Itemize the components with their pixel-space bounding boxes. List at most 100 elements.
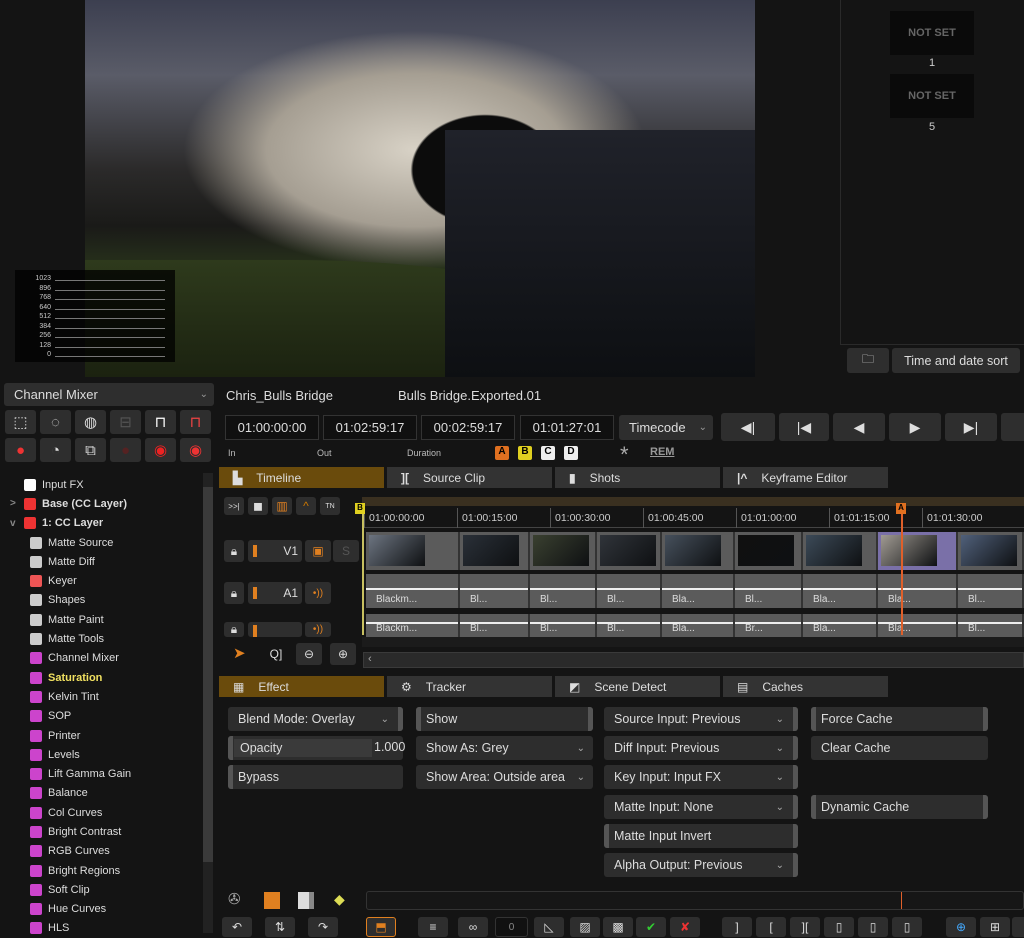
opacity-slider[interactable]: Opacity 1.000 (228, 736, 405, 760)
key-input-select[interactable]: Key Input: Input FX ⌄ (604, 765, 798, 789)
mini-timeline[interactable] (366, 891, 1024, 910)
audio-clip[interactable]: Bl... (735, 574, 803, 608)
marker-c-button[interactable]: C (541, 446, 555, 460)
video-clip[interactable] (662, 532, 735, 570)
trim-in-icon[interactable]: [ (756, 917, 786, 937)
audio-clip[interactable]: Bl... (530, 574, 597, 608)
audio-clip[interactable]: Blackm... (366, 574, 460, 608)
skip-icon[interactable]: >>| (224, 497, 244, 515)
timeline-scrollbar[interactable]: ‹ (363, 652, 1024, 668)
tree-item[interactable]: Matte Source (0, 533, 202, 552)
tab-source-clip[interactable]: ][Source Clip (387, 467, 552, 488)
go-to-start-button[interactable]: |◀ (779, 413, 829, 441)
split-view-icon[interactable] (298, 892, 314, 909)
link-icon[interactable]: ∞ (458, 917, 488, 937)
tree-item[interactable]: Hue Curves (0, 900, 202, 919)
bin-slot-5[interactable]: NOT SET (890, 74, 974, 118)
tab-effect[interactable]: ▦ Effect (219, 676, 384, 697)
undo-icon[interactable]: ↶ (222, 917, 252, 937)
grade-edit-icon[interactable]: ▨ (570, 917, 600, 937)
tree-item[interactable]: Saturation (0, 668, 202, 687)
duration-timecode[interactable]: 00:02:59:17 (421, 415, 515, 440)
record-key-red-icon[interactable]: ◉ (180, 438, 211, 462)
join-icon[interactable]: ⊞ (980, 917, 1010, 937)
expander-icon[interactable]: v (10, 518, 24, 529)
video-monitor-icon[interactable]: ▣ (305, 540, 331, 562)
marker-a-flag[interactable]: A (896, 503, 906, 514)
audio-clip[interactable]: Bl... (460, 614, 530, 637)
tree-item[interactable]: Printer (0, 726, 202, 745)
audio-clip[interactable]: Bl... (597, 614, 662, 637)
slip-icon[interactable]: ▯ (824, 917, 854, 937)
audio-clip[interactable]: Bla... (803, 614, 878, 637)
tree-item[interactable]: v 1: CC Layer (0, 514, 202, 533)
video-clip[interactable] (878, 532, 958, 570)
solo-button[interactable]: S (333, 540, 359, 562)
play-button[interactable]: ▶ (889, 413, 941, 441)
marker-b-flag[interactable]: B (355, 503, 365, 514)
v1-track-header[interactable]: V1 (248, 540, 302, 562)
sort-button[interactable]: Time and date sort (892, 348, 1020, 373)
audio-clip[interactable]: Bl... (460, 574, 530, 608)
queue-icon[interactable]: ≡ (418, 917, 448, 937)
show-toggle[interactable]: Show (416, 707, 593, 731)
a1-track-header[interactable]: A1 (248, 582, 302, 604)
split-icon[interactable]: ⊕ (946, 917, 976, 937)
grade-copy-icon[interactable]: ▩ (603, 917, 633, 937)
effect-select[interactable]: Channel Mixer ⌄ (4, 383, 214, 406)
audio-clip[interactable]: Bl... (958, 574, 1024, 608)
go-to-end-button[interactable]: ▶| (945, 413, 997, 441)
folder-button[interactable]: 🗀 (847, 348, 889, 373)
more-icon[interactable] (1012, 917, 1024, 937)
matte-icon[interactable]: ◼ (248, 497, 268, 515)
prev-mark-button[interactable]: ◀| (721, 413, 775, 441)
star-icon[interactable]: * (620, 442, 629, 468)
layer-icon[interactable] (264, 892, 280, 909)
video-clip[interactable] (460, 532, 530, 570)
redo-icon[interactable]: ↷ (308, 917, 338, 937)
blend-mode-select[interactable]: Blend Mode: Overlay ⌄ (228, 707, 403, 731)
shape-icon[interactable]: ◔ (40, 438, 71, 462)
speaker-icon[interactable]: •)) (305, 622, 331, 637)
diff-input-select[interactable]: Diff Input: Previous ⌄ (604, 736, 798, 760)
audio-clip[interactable]: Bla... (662, 574, 735, 608)
speaker-icon[interactable]: •)) (305, 582, 331, 604)
tab-tracker[interactable]: ⚙ Tracker (387, 676, 552, 697)
show-as-select[interactable]: Show As: Grey ⌄ (416, 736, 593, 760)
color-layer-icon[interactable]: ● (5, 438, 36, 462)
tree-item[interactable]: Keyer (0, 571, 202, 590)
tree-item[interactable]: Channel Mixer (0, 649, 202, 668)
timecode-mode-select[interactable]: Timecode ⌄ (619, 415, 713, 440)
tree-item[interactable]: HLS (0, 919, 202, 938)
pointer-tool-icon[interactable]: ➤ (233, 644, 246, 662)
tree-item[interactable]: Levels (0, 745, 202, 764)
ripple-icon[interactable]: ][ (790, 917, 820, 937)
tree-item[interactable]: Matte Diff (0, 552, 202, 571)
tree-item[interactable]: Shapes (0, 591, 202, 610)
video-clip[interactable] (366, 532, 460, 570)
lock-icon[interactable]: 🔒︎ (224, 582, 244, 604)
swap-icon[interactable]: ⇅ (265, 917, 295, 937)
video-clip[interactable] (597, 532, 662, 570)
show-area-select[interactable]: Show Area: Outside area ⌄ (416, 765, 593, 789)
matte-input-invert-toggle[interactable]: Matte Input Invert (604, 824, 798, 848)
bin-slot-1[interactable]: NOT SET (890, 11, 974, 55)
playhead[interactable] (901, 510, 903, 635)
lock-red-icon[interactable]: ⊓ (180, 410, 211, 434)
lock-icon[interactable]: 🔒︎ (224, 540, 244, 562)
tab-caches[interactable]: ▤ Caches (723, 676, 888, 697)
record-key-icon[interactable]: ◉ (145, 438, 176, 462)
tab-keyframe-editor[interactable]: |^ Keyframe Editor (723, 467, 888, 488)
audio-clip[interactable]: Bl... (958, 614, 1024, 637)
disabled-icon[interactable]: ⊟ (110, 410, 141, 434)
tree-item[interactable]: Kelvin Tint (0, 687, 202, 706)
clear-cache-button[interactable]: Clear Cache (811, 736, 988, 760)
render-icon[interactable]: ⬒ (366, 917, 396, 937)
slide-icon[interactable]: ▯ (858, 917, 888, 937)
film-reel-icon[interactable]: ✇ (228, 890, 241, 908)
tree-item[interactable]: Soft Clip (0, 880, 202, 899)
tree-item[interactable]: Balance (0, 784, 202, 803)
lock-top-icon[interactable]: ⊓ (145, 410, 176, 434)
opacity-value[interactable]: 1.000 (374, 740, 405, 754)
tree-item[interactable]: Bright Contrast (0, 822, 202, 841)
